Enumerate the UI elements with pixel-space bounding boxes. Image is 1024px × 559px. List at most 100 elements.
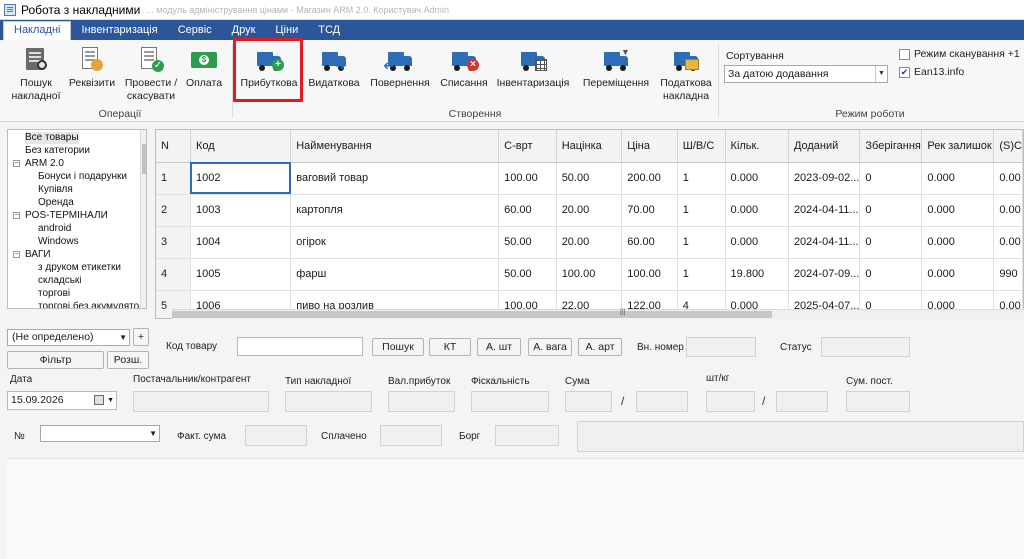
table-cell[interactable]: 60.00: [498, 194, 557, 227]
pcs-kg-input-1[interactable]: [706, 391, 755, 412]
table-cell[interactable]: ваговий товар: [290, 162, 500, 195]
sort-select[interactable]: За датою додавання ▼: [724, 65, 888, 83]
table-cell[interactable]: 1005: [190, 258, 292, 291]
table-cell[interactable]: 200.00: [621, 162, 678, 195]
table-cell[interactable]: 20.00: [556, 194, 623, 227]
table-row[interactable]: 1 1002 ваговий товар 100.00 50.00 200.00…: [156, 162, 1023, 195]
table-cell[interactable]: 0: [859, 162, 923, 195]
table-cell[interactable]: 0.000: [921, 194, 995, 227]
column-header[interactable]: Кільк.: [725, 130, 789, 163]
transfer-invoice-button[interactable]: ▼ Переміщення: [580, 46, 652, 90]
tree-item-bonuses[interactable]: Бонуси і подарунки: [38, 171, 127, 183]
tab-service[interactable]: Сервіс: [168, 22, 222, 40]
table-cell[interactable]: 0: [859, 258, 923, 291]
tree-item-label-print[interactable]: з друком етикетки: [38, 262, 121, 274]
collapse-icon[interactable]: −: [13, 212, 20, 219]
goods-grid[interactable]: N Код Найменування С-врт Націнка Ціна Ш/…: [155, 129, 1024, 319]
column-header[interactable]: Найменування: [290, 130, 500, 163]
sum-post-input[interactable]: [846, 391, 910, 412]
table-cell[interactable]: фарш: [290, 258, 500, 291]
column-header[interactable]: Код: [190, 130, 292, 163]
filter-button[interactable]: Фільтр: [7, 351, 104, 369]
column-header[interactable]: Зберігання: [859, 130, 923, 163]
table-cell[interactable]: 100.00: [621, 258, 678, 291]
tree-item-all-goods[interactable]: Все товары: [25, 132, 79, 144]
paid-input[interactable]: [380, 425, 442, 446]
table-cell[interactable]: 0.00: [993, 194, 1023, 227]
sum-input-2[interactable]: [636, 391, 688, 412]
a-pcs-button[interactable]: А. шт: [477, 338, 521, 356]
table-cell[interactable]: 0: [859, 226, 923, 259]
table-cell[interactable]: 2024-07-09...: [788, 258, 861, 291]
table-cell[interactable]: 20.00: [556, 226, 623, 259]
tree-item-android[interactable]: android: [38, 223, 71, 235]
table-cell[interactable]: 1: [677, 226, 726, 259]
tree-item-pos[interactable]: POS-ТЕРМІНАЛИ: [25, 210, 108, 222]
post-cancel-button[interactable]: ✓ Провести / скасувати: [120, 46, 182, 103]
tree-item-trade-no-battery[interactable]: торгові без акумулятора: [38, 301, 146, 308]
table-cell[interactable]: 0.000: [725, 194, 789, 227]
table-cell[interactable]: 0.000: [725, 226, 789, 259]
tree-item-purchase[interactable]: Купівля: [38, 184, 73, 196]
writeoff-invoice-button[interactable]: × Списання: [436, 46, 492, 90]
tree-item-arm[interactable]: ARM 2.0: [25, 158, 64, 170]
table-cell[interactable]: 1004: [190, 226, 292, 259]
tab-tsd[interactable]: ТСД: [308, 22, 350, 40]
table-cell[interactable]: 1003: [190, 194, 292, 227]
scrollbar-thumb[interactable]: [172, 311, 772, 318]
inventory-invoice-button[interactable]: Інвентаризація: [496, 46, 570, 90]
table-cell[interactable]: 0.000: [921, 162, 995, 195]
tree-item-scales[interactable]: ВАГИ: [25, 249, 51, 261]
tab-inventory[interactable]: Інвентаризація: [71, 22, 167, 40]
category-tree[interactable]: Все товары Без категории − ARM 2.0 Бонус…: [7, 129, 147, 309]
table-row[interactable]: 4 1005 фарш 50.00 100.00 100.00 1 19.800…: [156, 258, 1023, 291]
calendar-icon[interactable]: [94, 395, 104, 405]
table-cell[interactable]: 60.00: [621, 226, 678, 259]
table-cell[interactable]: 0.00: [993, 226, 1023, 259]
tree-item-no-category[interactable]: Без категории: [25, 145, 90, 157]
table-cell[interactable]: 1: [677, 258, 726, 291]
table-row[interactable]: 3 1004 огірок 50.00 20.00 60.00 1 0.000 …: [156, 226, 1023, 259]
number-select[interactable]: ▼: [40, 425, 160, 442]
collapse-icon[interactable]: −: [13, 160, 20, 167]
tree-scrollbar[interactable]: [140, 130, 146, 308]
table-cell[interactable]: 70.00: [621, 194, 678, 227]
table-cell[interactable]: 0.000: [921, 258, 995, 291]
column-header[interactable]: Доданий: [788, 130, 861, 163]
table-cell[interactable]: 2024-04-11...: [788, 226, 861, 259]
column-header[interactable]: С-врт: [498, 130, 557, 163]
table-cell[interactable]: 2024-04-11...: [788, 194, 861, 227]
fact-sum-input[interactable]: [245, 425, 307, 446]
tab-invoices[interactable]: Накладні: [3, 21, 72, 40]
table-cell[interactable]: 100.00: [556, 258, 623, 291]
product-code-input[interactable]: [237, 337, 363, 356]
category-filter-select[interactable]: (Не определено) ▼: [7, 329, 130, 346]
find-button[interactable]: Пошук: [372, 338, 424, 356]
table-cell[interactable]: 990: [993, 258, 1023, 291]
invoice-type-input[interactable]: [285, 391, 372, 412]
pcs-kg-input-2[interactable]: [776, 391, 828, 412]
column-header[interactable]: Ш/В/С: [677, 130, 726, 163]
fiscal-input[interactable]: [471, 391, 549, 412]
table-cell[interactable]: 50.00: [498, 258, 557, 291]
scan-mode-checkbox[interactable]: Режим сканування +1: [899, 48, 1020, 60]
date-picker[interactable]: 15.09.2026 ▼: [7, 391, 117, 410]
ext-number-input[interactable]: [686, 337, 756, 357]
table-cell[interactable]: картопля: [290, 194, 500, 227]
grid-horizontal-scrollbar[interactable]: |||: [172, 309, 1024, 319]
expand-button[interactable]: Розш.: [107, 351, 149, 369]
debt-input[interactable]: [495, 425, 559, 446]
chevron-down-icon[interactable]: ▼: [107, 392, 114, 409]
a-weight-button[interactable]: А. вага: [528, 338, 572, 356]
table-cell[interactable]: 1: [677, 194, 726, 227]
table-cell[interactable]: 0.00: [993, 162, 1023, 195]
search-invoice-button[interactable]: Пошук накладної: [8, 46, 64, 103]
collapse-icon[interactable]: −: [13, 251, 20, 258]
tax-invoice-button[interactable]: Податкова накладна: [656, 46, 716, 103]
requisites-button[interactable]: Реквізити: [68, 46, 116, 90]
tree-item-trade[interactable]: торгові: [38, 288, 70, 300]
curr-profit-input[interactable]: [388, 391, 455, 412]
kt-button[interactable]: КТ: [429, 338, 471, 356]
table-cell[interactable]: огірок: [290, 226, 500, 259]
column-header[interactable]: Рек залишок: [921, 130, 995, 163]
